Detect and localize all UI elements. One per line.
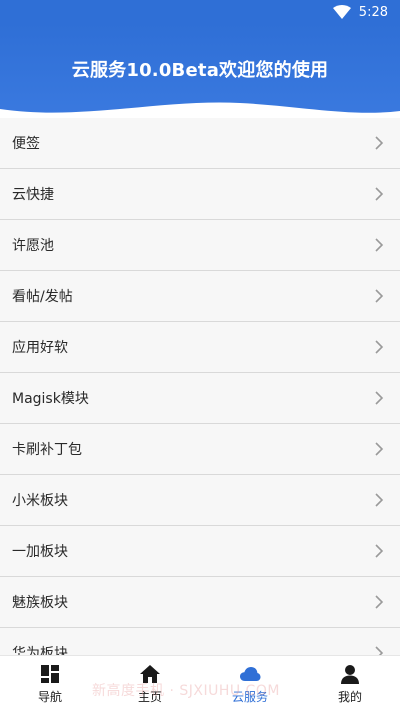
page-title: 云服务10.0Beta欢迎您的使用	[71, 60, 329, 81]
nav-label: 主页	[137, 689, 162, 704]
home-icon	[140, 664, 160, 683]
list-item-apps[interactable]: 应用好软	[0, 322, 400, 373]
nav-label: 导航	[37, 689, 62, 704]
list-item-oneplus[interactable]: 一加板块	[0, 526, 400, 577]
list-item-label: 便签	[12, 136, 40, 152]
list-item-cloud-shortcut[interactable]: 云快捷	[0, 169, 400, 220]
list-item-label: Magisk模块	[12, 391, 89, 407]
list-item-label: 华为板块	[12, 646, 68, 655]
list-item-wishing-pool[interactable]: 许愿池	[0, 220, 400, 271]
list-item-label: 许愿池	[12, 238, 54, 254]
header: 云服务10.0Beta欢迎您的使用	[0, 24, 400, 125]
list-item-label: 卡刷补丁包	[12, 442, 82, 458]
nav-item-cloud-service[interactable]: 云服务	[200, 656, 300, 711]
list-item-notes[interactable]: 便签	[0, 118, 400, 169]
wifi-icon	[332, 5, 351, 19]
chevron-right-icon	[375, 646, 384, 655]
chevron-right-icon	[375, 289, 384, 303]
list-item-label: 魅族板块	[12, 595, 68, 611]
person-icon	[341, 664, 359, 684]
list-item-huawei[interactable]: 华为板块	[0, 628, 400, 655]
list-item-label: 一加板块	[12, 544, 68, 560]
list-item-posts[interactable]: 看帖/发帖	[0, 271, 400, 322]
chevron-right-icon	[375, 595, 384, 609]
list-item-flash-patch[interactable]: 卡刷补丁包	[0, 424, 400, 475]
chevron-right-icon	[375, 238, 384, 252]
list-item-label: 小米板块	[12, 493, 68, 509]
nav-item-home[interactable]: 主页	[100, 656, 200, 711]
grid-icon	[41, 664, 59, 683]
nav-item-navigation[interactable]: 导航	[0, 656, 100, 711]
status-bar: 5:28	[0, 0, 400, 24]
list-item-label: 云快捷	[12, 187, 54, 203]
list-item-label: 应用好软	[12, 340, 68, 356]
nav-label: 我的	[337, 689, 362, 704]
chevron-right-icon	[375, 493, 384, 507]
bottom-nav: 导航 主页 云服务 我的	[0, 655, 400, 711]
chevron-right-icon	[375, 187, 384, 201]
chevron-right-icon	[375, 136, 384, 150]
nav-label: 云服务	[231, 689, 268, 704]
status-time: 5:28	[358, 4, 388, 20]
chevron-right-icon	[375, 442, 384, 456]
list-item-label: 看帖/发帖	[12, 289, 73, 305]
cloud-icon	[240, 666, 261, 681]
service-list: 便签 云快捷 许愿池 看帖/发帖 应用好软 Magisk模块 卡刷补丁包 小米板…	[0, 118, 400, 655]
list-item-meizu[interactable]: 魅族板块	[0, 577, 400, 628]
chevron-right-icon	[375, 544, 384, 558]
chevron-right-icon	[375, 340, 384, 354]
chevron-right-icon	[375, 391, 384, 405]
list-item-magisk[interactable]: Magisk模块	[0, 373, 400, 424]
nav-item-mine[interactable]: 我的	[300, 656, 400, 711]
list-item-xiaomi[interactable]: 小米板块	[0, 475, 400, 526]
